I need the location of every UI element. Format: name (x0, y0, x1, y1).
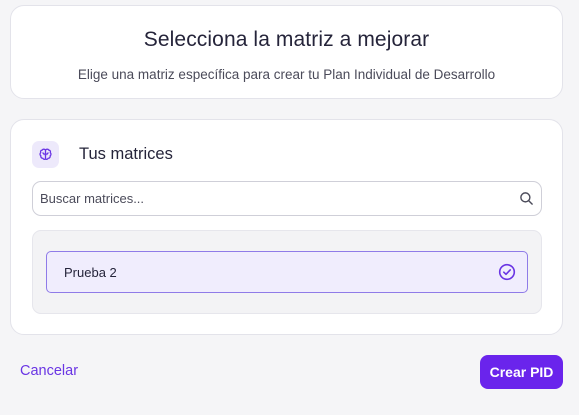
search-icon[interactable] (519, 191, 534, 206)
page-title: Selecciona la matriz a mejorar (143, 28, 430, 51)
matrices-panel: Tus matrices Prueba 2 (10, 119, 563, 335)
matrix-item-label: Prueba 2 (64, 265, 117, 280)
search-input[interactable] (40, 182, 510, 214)
matrices-list: Prueba 2 (32, 230, 542, 314)
check-circle-icon (498, 263, 516, 281)
matrices-title: Tus matrices (79, 145, 173, 163)
search-box (32, 181, 542, 216)
create-pid-button[interactable]: Crear PID (480, 355, 563, 389)
matrix-item-prueba-2[interactable]: Prueba 2 (46, 251, 528, 293)
cancel-button[interactable]: Cancelar (20, 363, 78, 379)
page-subtitle: Elige una matriz específica para crear t… (77, 67, 496, 82)
header-card: Selecciona la matriz a mejorar Elige una… (10, 5, 563, 99)
brain-icon (32, 141, 59, 168)
